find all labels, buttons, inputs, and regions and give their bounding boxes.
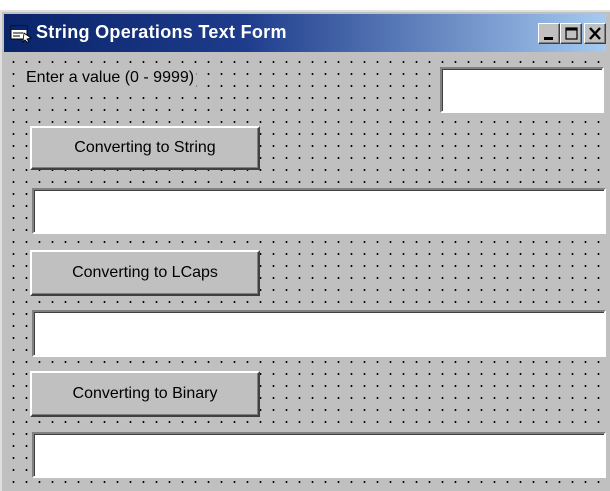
- title-bar[interactable]: String Operations Text Form: [4, 14, 606, 52]
- convert-to-lcaps-button[interactable]: Converting to LCaps: [30, 250, 260, 296]
- form-window: String Operations Text Form Enter a valu…: [0, 10, 610, 491]
- lcaps-output-field[interactable]: [32, 310, 606, 357]
- binary-output-field[interactable]: [32, 432, 606, 478]
- convert-to-binary-button[interactable]: Converting to Binary: [30, 371, 260, 417]
- form-design-surface: Enter a value (0 - 9999) Converting to S…: [4, 52, 608, 491]
- convert-to-string-button[interactable]: Converting to String: [30, 126, 260, 170]
- close-button[interactable]: [584, 23, 606, 44]
- maximize-icon: [565, 27, 578, 40]
- window-title: String Operations Text Form: [36, 22, 287, 42]
- form-icon[interactable]: [10, 23, 32, 44]
- string-output-field[interactable]: [32, 188, 606, 234]
- maximize-button[interactable]: [560, 23, 582, 44]
- input-label: Enter a value (0 - 9999): [24, 69, 197, 87]
- minimize-icon: [544, 37, 553, 40]
- value-input[interactable]: [440, 67, 604, 113]
- minimize-button[interactable]: [538, 23, 560, 44]
- close-icon: [589, 27, 601, 40]
